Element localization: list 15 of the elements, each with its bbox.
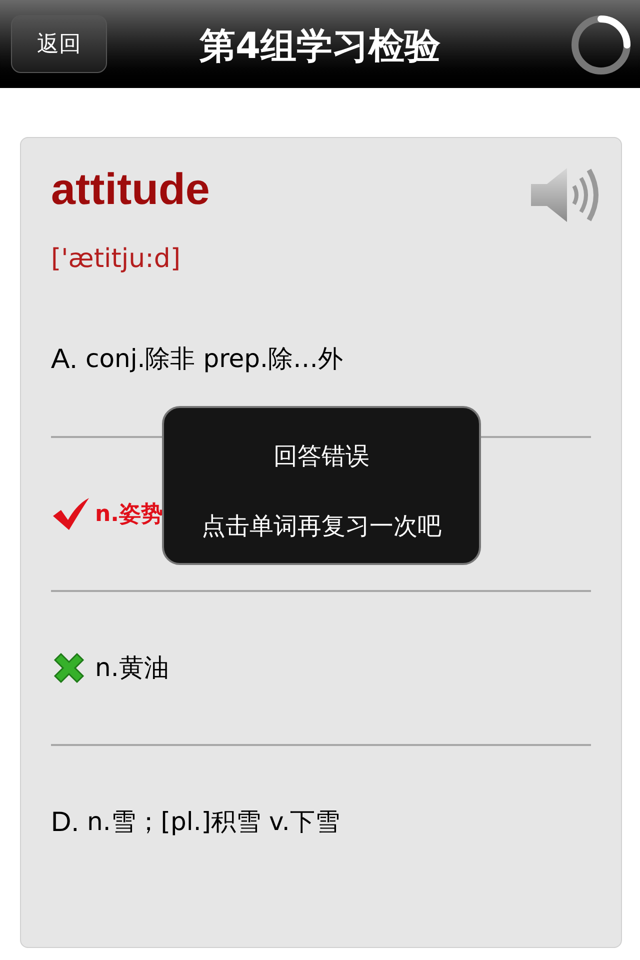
option-letter: D. [51,805,79,839]
toast-title: 回答错误 [274,441,370,472]
toast-message: 点击单词再复习一次吧 [202,511,442,542]
cross-icon [51,650,87,686]
option-text[interactable]: conj.除非 prep.除…外 [85,340,343,378]
checkmark-icon [51,496,91,532]
option-text[interactable]: n.黄油 [95,649,169,687]
option-text[interactable]: n.雪；[pl.]积雪 v.下雪 [87,803,340,841]
option-letter: A. [51,342,78,376]
word-title: attitude [51,164,210,216]
option-text[interactable]: n.姿势 [95,498,164,530]
loading-spinner-icon [570,14,632,76]
back-button[interactable]: 返回 [11,15,107,73]
phonetic-text: ['ætitju:d] [51,243,182,276]
window-title: 第4组学习检验 [198,25,442,69]
